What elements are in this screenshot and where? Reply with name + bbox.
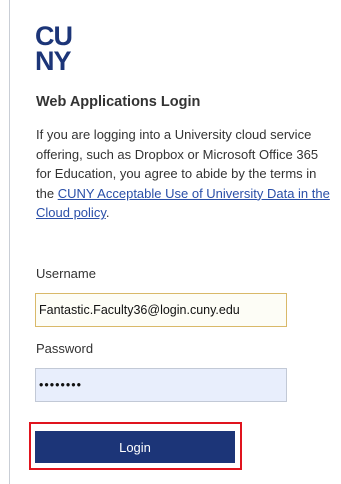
page-title: Web Applications Login: [36, 94, 201, 110]
notice-line-4-prefix: the: [36, 185, 58, 201]
notice-line-3: for Education, you agree to abide by the…: [36, 166, 317, 181]
panel-border: [9, 0, 10, 484]
password-label: Password: [36, 341, 94, 356]
notice-line-5: Cloud policy.: [36, 203, 341, 223]
logo-text-ny: NY: [35, 46, 71, 74]
login-button[interactable]: Login: [35, 431, 235, 463]
login-page: CU NY Web Applications Login If you are …: [0, 0, 341, 484]
cloud-usage-notice: If you are logging into a University clo…: [36, 125, 341, 223]
notice-line-4: the CUNY Acceptable Use of University Da…: [36, 184, 341, 204]
password-input[interactable]: [35, 368, 287, 402]
acceptable-use-policy-link[interactable]: CUNY Acceptable Use of University Data i…: [58, 186, 330, 201]
username-label: Username: [36, 266, 96, 281]
username-input[interactable]: [35, 293, 287, 327]
notice-line-1: If you are logging into a University clo…: [36, 127, 312, 142]
notice-suffix: .: [105, 205, 110, 220]
acceptable-use-policy-link-continued[interactable]: Cloud policy: [36, 205, 106, 220]
cuny-logo-icon: CU NY: [35, 22, 73, 74]
notice-line-2: offering, such as Dropbox or Microsoft O…: [36, 146, 319, 162]
